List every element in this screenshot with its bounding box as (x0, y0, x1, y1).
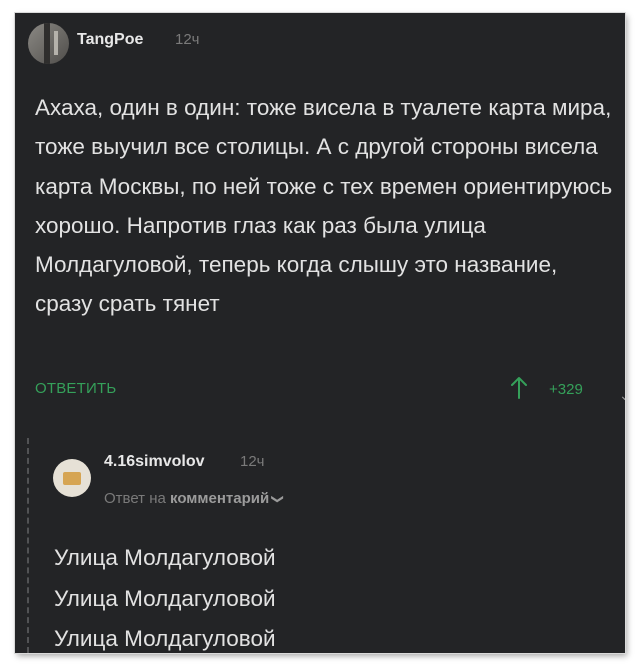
reply-author[interactable]: 4.16simvolov (104, 453, 205, 471)
chevron-down-icon[interactable]: ⌄ (619, 387, 625, 404)
reply-line: Улица Молдагуловой (54, 545, 276, 570)
arrow-up-icon[interactable] (509, 376, 529, 400)
chevron-down-icon[interactable]: ❯ (271, 494, 285, 504)
avatar-image (44, 23, 50, 64)
reply-avatar[interactable] (53, 459, 91, 497)
avatar-image (63, 472, 81, 485)
reply-line: Улица Молдагуловой (54, 585, 276, 611)
comment-author[interactable]: TangPoe (77, 31, 143, 49)
reply-line: Улица Молдагуловой (54, 626, 276, 651)
thread-branch-line (27, 438, 29, 653)
comment-time: 12ч (175, 31, 200, 48)
comment-thread: TangPoe 12ч Ахаха, один в один: тоже вис… (15, 13, 625, 653)
comment-text: Ахаха, один в один: тоже висела в туалет… (35, 95, 613, 317)
reply-button[interactable]: ОТВЕТИТЬ (35, 380, 116, 397)
comment-rating: +329 (549, 381, 583, 398)
reply-to-link[interactable]: комментарий (170, 490, 269, 507)
avatar[interactable] (28, 23, 69, 64)
reply-to: Ответ на комментарий ❯ (104, 490, 285, 507)
reply-text: Улица Молдагуловой Улица Молдагуловой Ул… (54, 538, 276, 653)
reply-to-prefix: Ответ на (104, 490, 166, 507)
reply-time: 12ч (240, 453, 265, 470)
